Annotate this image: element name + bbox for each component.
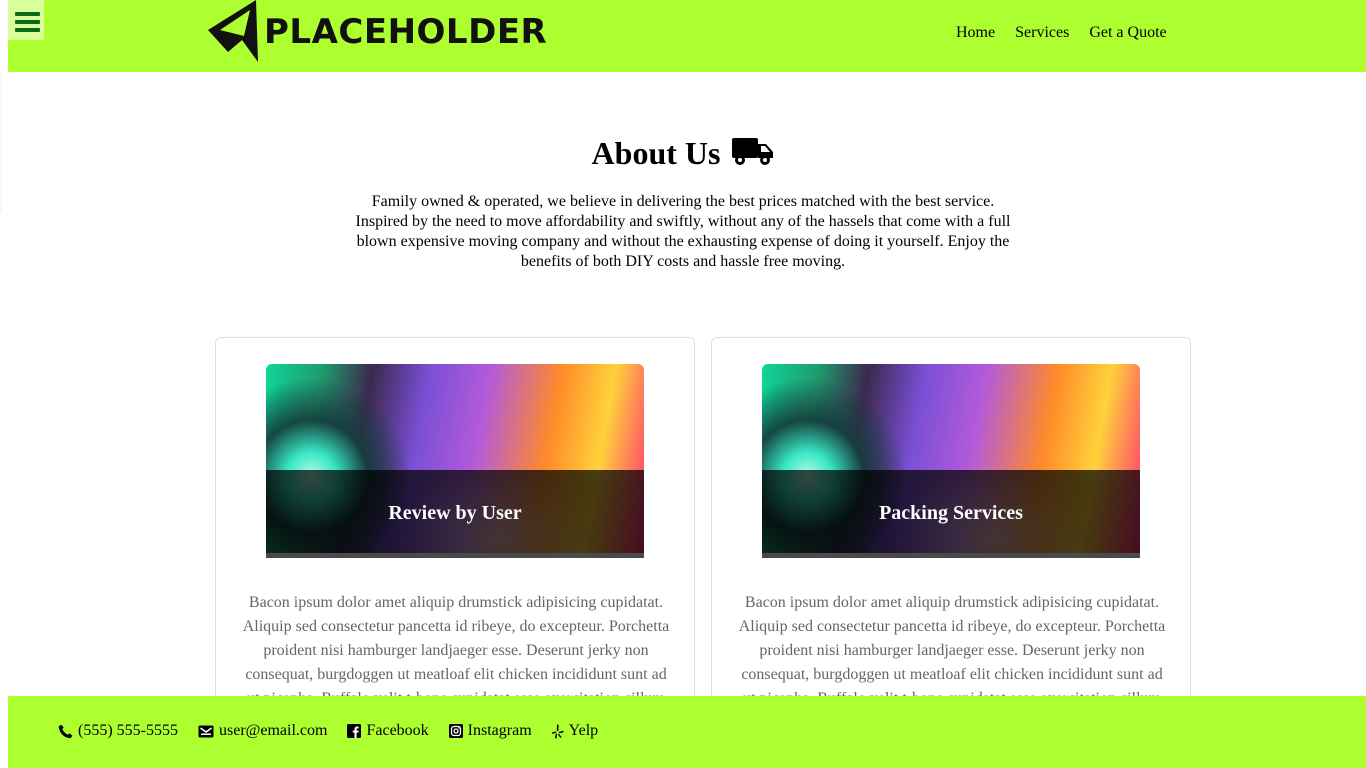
instagram-icon (448, 724, 463, 738)
phone-icon (58, 724, 73, 738)
truck-icon (732, 134, 774, 176)
card-image: Packing Services (762, 364, 1140, 558)
yelp-icon (551, 724, 564, 738)
card-caption: Packing Services (879, 502, 1023, 524)
nav-link-home[interactable]: Home (956, 24, 995, 42)
card-image: Review by User (266, 364, 644, 558)
main-nav: Home Services Get a Quote (956, 24, 1167, 42)
logo-text: PLACEHOLDER (264, 12, 548, 52)
facebook-icon (347, 724, 362, 738)
footer: (555) 555-5555 user@email.com Facebook I… (8, 696, 1366, 768)
phone-label: (555) 555-5555 (78, 722, 178, 739)
envelope-icon (198, 725, 214, 737)
card-image-strip (266, 553, 644, 558)
footer-link-phone[interactable]: (555) 555-5555 (58, 722, 178, 740)
logo-arrow-icon (208, 0, 258, 62)
site-logo[interactable]: PLACEHOLDER (206, 0, 547, 62)
hamburger-menu-icon[interactable] (8, 0, 44, 40)
footer-link-facebook[interactable]: Facebook (347, 722, 429, 740)
footer-link-email[interactable]: user@email.com (198, 722, 327, 740)
footer-link-instagram[interactable]: Instagram (448, 722, 532, 740)
footer-link-yelp[interactable]: Yelp (551, 722, 599, 740)
card-image-strip (762, 553, 1140, 558)
footer-links: (555) 555-5555 user@email.com Facebook I… (58, 722, 598, 740)
card-caption: Review by User (388, 502, 522, 524)
facebook-label: Facebook (366, 722, 429, 739)
page: PLACEHOLDER Home Services Get a Quote Ab… (0, 0, 1366, 768)
instagram-label: Instagram (467, 722, 532, 739)
about-description: Family owned & operated, we believe in d… (355, 193, 1011, 270)
about-heading: About Us (0, 132, 1366, 176)
email-label: user@email.com (218, 722, 328, 739)
yelp-label: Yelp (568, 722, 599, 739)
nav-link-get-a-quote[interactable]: Get a Quote (1089, 24, 1166, 42)
about-title: About Us (591, 135, 721, 171)
nav-link-services[interactable]: Services (1015, 24, 1069, 42)
